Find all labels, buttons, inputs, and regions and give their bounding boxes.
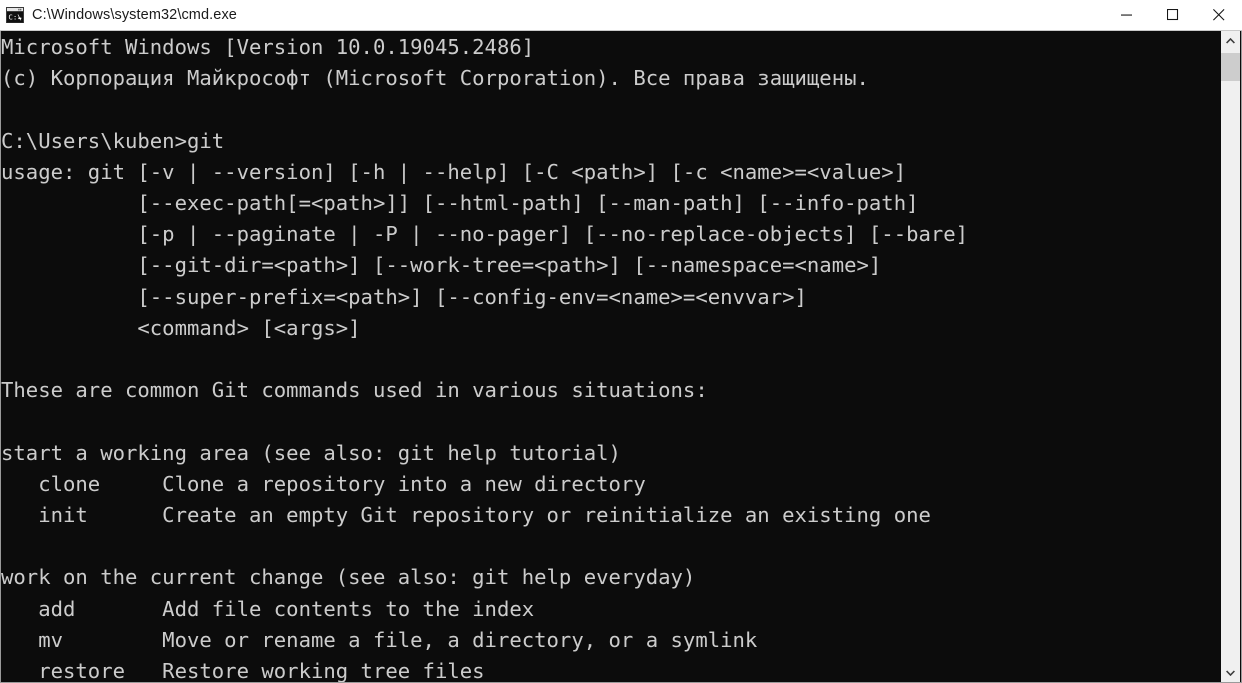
maximize-button[interactable] <box>1150 0 1196 30</box>
window-title: C:\Windows\system32\cmd.exe <box>32 7 237 23</box>
svg-text:C:\: C:\ <box>8 12 21 21</box>
vertical-scrollbar[interactable] <box>1221 31 1240 682</box>
title-bar-left: C:\ C:\Windows\system32\cmd.exe <box>0 7 1104 23</box>
console-client-area[interactable]: Microsoft Windows [Version 10.0.19045.24… <box>0 31 1242 683</box>
minimize-button[interactable] <box>1104 0 1150 30</box>
maximize-icon <box>1167 9 1179 21</box>
scrollbar-track[interactable] <box>1221 50 1240 663</box>
minimize-icon <box>1121 14 1132 16</box>
cmd-window: C:\ C:\Windows\system32\cmd.exe Microsof… <box>0 0 1242 683</box>
close-button[interactable] <box>1196 0 1242 30</box>
scroll-up-arrow-button[interactable] <box>1221 31 1240 50</box>
chevron-down-icon <box>1226 669 1235 676</box>
scrollbar-thumb[interactable] <box>1221 53 1240 81</box>
scroll-down-arrow-button[interactable] <box>1221 663 1240 682</box>
close-icon <box>1213 9 1225 21</box>
console-output: Microsoft Windows [Version 10.0.19045.24… <box>1 35 969 683</box>
title-bar[interactable]: C:\ C:\Windows\system32\cmd.exe <box>0 0 1242 31</box>
window-controls <box>1104 0 1242 30</box>
cmd-console-icon: C:\ <box>6 7 24 23</box>
chevron-up-icon <box>1226 37 1235 44</box>
